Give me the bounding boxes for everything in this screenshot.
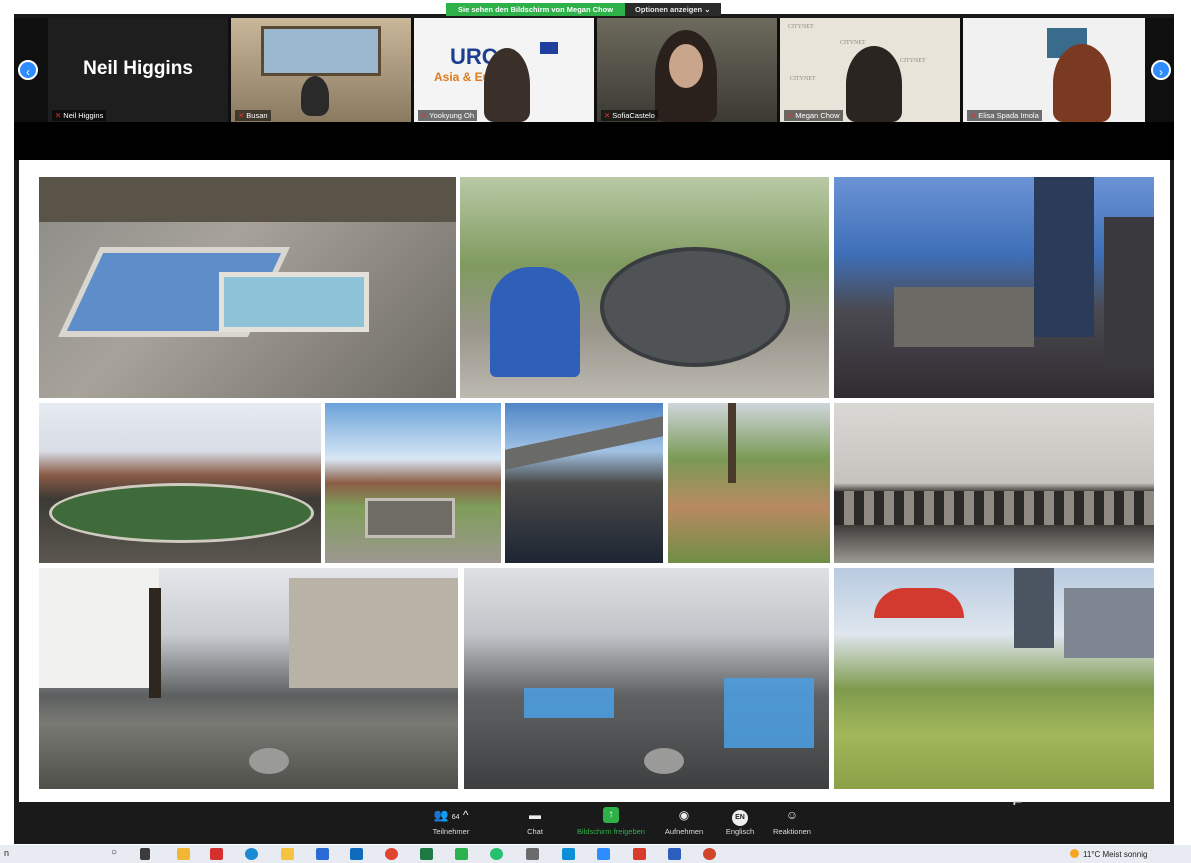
participant-name-label: ✕ Yookyung Oh	[418, 110, 478, 121]
backdrop-text: CITYNET	[788, 24, 814, 30]
next-page-button[interactable]: ›	[1151, 60, 1171, 80]
photo-sunken-plaza	[325, 403, 501, 563]
slide-top-margin	[14, 122, 1174, 160]
muted-mic-icon: ✕	[970, 111, 977, 120]
photo-green-roof-arches	[834, 403, 1154, 563]
share-screen-label: Bildschirm freigeben	[577, 827, 645, 836]
chat-button[interactable]: ▬ Chat	[520, 807, 550, 836]
muted-mic-icon: ✕	[238, 111, 245, 120]
eu-flag-icon	[540, 42, 558, 54]
excel-icon[interactable]	[420, 848, 433, 860]
edge-icon[interactable]	[245, 848, 258, 860]
muted-mic-icon: ✕	[604, 111, 611, 120]
participant-video	[301, 76, 329, 116]
chat-icon: ▬	[529, 808, 541, 822]
reactions-button[interactable]: ☺ Reaktionen	[766, 807, 818, 836]
participant-name-label: ✕ SofiaCastelo	[601, 110, 658, 121]
participant-name-label: ✕ Busan	[235, 110, 271, 121]
windows-taskbar: n ○ 11°C Meist sonnig	[0, 845, 1191, 863]
viewing-screen-label: Sie sehen den Bildschirm von Megan Chow	[446, 3, 626, 16]
language-button[interactable]: EN Englisch	[720, 807, 760, 836]
photo-viaduct-water-channel	[505, 403, 663, 563]
participant-tile-yookyung-oh[interactable]: URC Asia & Eurasia ✕ Yookyung Oh	[414, 18, 594, 122]
pen-tool-icon[interactable]	[526, 848, 539, 860]
word-icon[interactable]	[668, 848, 681, 860]
photo-football-circle-square	[39, 403, 321, 563]
record-icon: ◉	[678, 808, 690, 822]
backdrop-text: CITYNET	[840, 40, 866, 46]
language-label: Englisch	[725, 827, 755, 836]
participant-tile-busan[interactable]: ✕ Busan	[231, 18, 411, 122]
search-icon[interactable]: ○	[111, 847, 125, 859]
reactions-label: Reaktionen	[773, 827, 811, 836]
photo-street-section-dry	[39, 568, 458, 789]
participant-tile-elisa-spada-imola[interactable]: ✕ Elisa Spada Imola	[963, 18, 1145, 122]
participant-display-name: Neil Higgins	[83, 58, 193, 79]
skype-icon[interactable]	[316, 848, 329, 860]
muted-mic-icon: ✕	[421, 111, 428, 120]
backdrop-text: CITYNET	[900, 58, 926, 64]
photo-children-water-bowl	[460, 177, 829, 398]
participant-name-label: ✕ Elisa Spada Imola	[967, 110, 1042, 121]
file-explorer-icon[interactable]	[281, 848, 294, 860]
powerpoint-icon[interactable]	[703, 848, 716, 860]
weather-widget[interactable]: 11°C Meist sonnig	[1070, 849, 1147, 859]
sun-icon	[1070, 849, 1079, 858]
app-icon[interactable]	[562, 848, 575, 860]
record-button[interactable]: ◉ Aufnehmen	[658, 807, 710, 836]
participant-video	[484, 48, 530, 122]
wall-painting	[261, 26, 381, 76]
photo-street-section-wet	[464, 568, 829, 789]
participant-video	[1053, 44, 1111, 122]
start-glyph[interactable]: n	[4, 848, 17, 860]
participants-icon: 👥 64 ^	[433, 808, 469, 822]
task-view-icon[interactable]	[140, 848, 150, 860]
participant-strip: ‹ Neil Higgins ✕ Neil Higgins ✕ Busan URC …	[14, 18, 1174, 122]
participant-name-label: ✕ Megan Chow	[784, 110, 843, 121]
wechat-icon[interactable]	[455, 848, 468, 860]
share-screen-button[interactable]: ↑ Bildschirm freigeben	[568, 807, 654, 836]
participants-label: Teilnehmer	[432, 827, 470, 836]
photo-city-night-rooftop	[834, 177, 1154, 398]
acrobat-icon[interactable]	[633, 848, 646, 860]
screen-share-banner: Sie sehen den Bildschirm von Megan Chow …	[446, 3, 721, 16]
participant-tile-megan-chow[interactable]: CITYNET CITYNET CITYNET CITYNET ✕ Megan C…	[780, 18, 960, 122]
meeting-toolbar: 👥 64 ^ Teilnehmer ▬ Chat ↑ Bildschirm fr…	[14, 805, 1174, 843]
weather-text: 11°C Meist sonnig	[1083, 850, 1148, 859]
muted-mic-icon: ✕	[55, 111, 62, 120]
previous-page-button[interactable]: ‹	[18, 60, 38, 80]
participant-name-label: ✕ Neil Higgins	[52, 110, 107, 121]
participant-tile-sofia-castelo[interactable]: ✕ SofiaCastelo	[597, 18, 777, 122]
participant-face	[669, 44, 703, 88]
backdrop-text: CITYNET	[790, 76, 816, 82]
view-options-button[interactable]: Optionen anzeigen ⌄	[625, 3, 721, 16]
photo-rooftop-garden-umbrella	[834, 568, 1154, 789]
language-icon: EN	[720, 807, 760, 826]
photo-water-square-aerial	[39, 177, 456, 398]
store-icon[interactable]	[177, 848, 190, 860]
zoom-icon[interactable]	[597, 848, 610, 860]
chat-label: Chat	[527, 827, 543, 836]
muted-mic-icon: ✕	[787, 111, 794, 120]
share-screen-icon: ↑	[603, 807, 619, 823]
participants-count: 64	[451, 814, 460, 821]
shared-slide	[19, 160, 1170, 802]
participant-video	[846, 46, 902, 122]
screen: Sie sehen den Bildschirm von Megan Chow …	[0, 0, 1191, 863]
record-label: Aufnehmen	[664, 827, 704, 836]
chrome-icon[interactable]	[385, 848, 398, 860]
photo-park-stepping-stones	[668, 403, 830, 563]
participant-tile-neil-higgins[interactable]: Neil Higgins ✕ Neil Higgins	[48, 18, 228, 122]
whatsapp-icon[interactable]	[490, 848, 503, 860]
outlook-icon[interactable]	[350, 848, 363, 860]
mcafee-icon[interactable]	[210, 848, 223, 860]
reactions-icon: ☺	[785, 808, 799, 822]
participants-button[interactable]: 👥 64 ^ Teilnehmer	[426, 807, 476, 836]
